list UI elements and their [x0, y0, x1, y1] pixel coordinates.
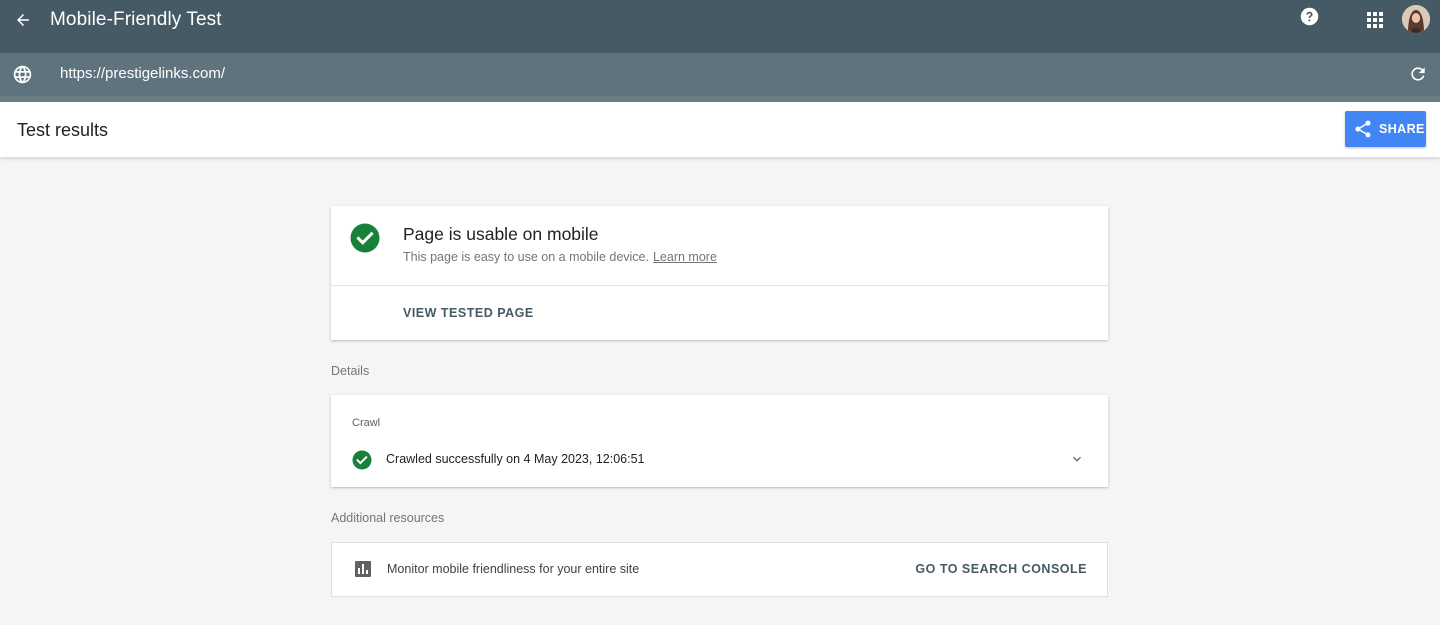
globe-icon	[12, 64, 33, 85]
apps-grid-icon[interactable]	[1367, 12, 1383, 28]
result-description-text: This page is easy to use on a mobile dev…	[403, 250, 649, 264]
check-circle-icon	[350, 223, 380, 253]
page-title: Test results	[17, 120, 109, 140]
result-description: This page is easy to use on a mobile dev…	[403, 250, 717, 264]
divider	[331, 285, 1108, 286]
chevron-down-icon[interactable]	[1069, 451, 1085, 467]
go-to-search-console-button[interactable]: GO TO SEARCH CONSOLE	[915, 562, 1087, 576]
result-summary-card: Page is usable on mobile This page is ea…	[331, 206, 1108, 340]
crawl-status: Crawled successfully on 4 May 2023, 12:0…	[386, 452, 645, 466]
search-console-resource-card: Monitor mobile friendliness for your ent…	[331, 542, 1108, 597]
avatar[interactable]	[1402, 5, 1430, 33]
check-circle-icon	[352, 450, 372, 470]
app-bar: Mobile-Friendly Test	[0, 0, 1440, 53]
additional-resources-label: Additional resources	[331, 511, 445, 525]
refresh-icon[interactable]	[1408, 64, 1430, 86]
details-section-label: Details	[331, 364, 370, 378]
resource-text: Monitor mobile friendliness for your ent…	[387, 562, 640, 576]
learn-more-link[interactable]: Learn more	[653, 250, 717, 264]
share-icon	[1353, 119, 1373, 139]
app-title: Mobile-Friendly Test	[50, 9, 222, 30]
share-button[interactable]: SHARE	[1345, 111, 1426, 147]
result-headline: Page is usable on mobile	[403, 224, 599, 244]
crawl-card[interactable]: Crawl Crawled successfully on 4 May 2023…	[331, 395, 1108, 487]
view-tested-page-button[interactable]: VIEW TESTED PAGE	[403, 306, 534, 320]
share-label: SHARE	[1379, 122, 1425, 136]
bar-chart-icon	[355, 561, 371, 577]
url-bar: https://prestigelinks.com/	[0, 53, 1440, 96]
results-header: Test results SHARE	[0, 102, 1440, 157]
back-arrow-icon[interactable]	[10, 7, 36, 33]
help-icon[interactable]	[1299, 6, 1320, 27]
crawl-label: Crawl	[352, 417, 381, 429]
tested-url[interactable]: https://prestigelinks.com/	[60, 65, 225, 82]
